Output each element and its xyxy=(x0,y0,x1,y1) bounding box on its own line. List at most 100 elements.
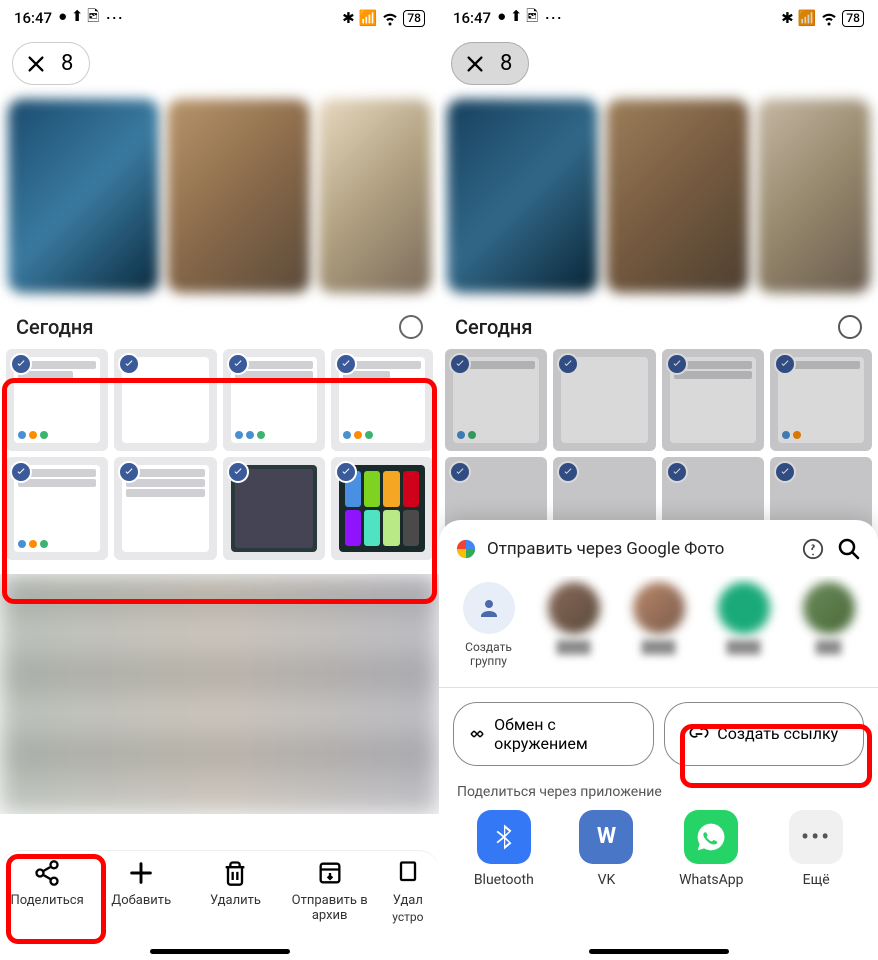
memory-card[interactable] xyxy=(318,99,431,293)
archive-label: Отправить в архив xyxy=(289,893,371,923)
section-title: Сегодня xyxy=(16,315,93,339)
thumbnail xyxy=(662,349,764,451)
battery-icon: 78 xyxy=(403,10,425,27)
thumbnail xyxy=(553,349,655,451)
help-icon[interactable] xyxy=(800,536,826,562)
memory-card xyxy=(447,99,598,293)
check-icon xyxy=(335,461,357,483)
bluetooth-icon: ✱ xyxy=(342,9,355,27)
contact-item[interactable]: ████ xyxy=(625,582,692,669)
contact-item[interactable]: ████ xyxy=(710,582,777,669)
nearby-share-button[interactable]: Обмен с окружением xyxy=(453,702,654,766)
more-photos-blurred[interactable] xyxy=(0,574,439,814)
app-label: WhatsApp xyxy=(679,872,743,888)
more-notif-icon: ⋯ xyxy=(544,8,563,29)
screen-left-selection: 16:47 ● ⬆ 🖻 ⋯ ✱ 📶 78 8 Сегодня xyxy=(0,0,439,960)
memory-card[interactable] xyxy=(167,99,310,293)
apps-row: Bluetooth W VK WhatsApp ••• Ещё xyxy=(451,810,866,888)
close-icon xyxy=(464,53,486,75)
thumbnail[interactable] xyxy=(331,457,433,559)
app-more[interactable]: ••• Ещё xyxy=(789,810,843,888)
selection-count: 8 xyxy=(61,51,73,76)
more-notif-icon: ⋯ xyxy=(105,8,124,29)
share-pills-row: Обмен с окружением Создать ссылку xyxy=(451,702,866,766)
selection-count: 8 xyxy=(500,51,512,76)
share-sheet: Отправить через Google Фото Создать груп… xyxy=(439,520,878,960)
selection-header: 8 xyxy=(0,36,439,91)
delete-button[interactable]: Удалить xyxy=(194,859,276,908)
create-link-label: Создать ссылку xyxy=(717,724,838,743)
close-icon[interactable] xyxy=(25,53,47,75)
divider xyxy=(439,687,878,688)
trash-icon xyxy=(221,859,249,887)
add-person-icon xyxy=(477,596,501,620)
device-icon xyxy=(394,859,422,887)
check-icon xyxy=(227,353,249,375)
thumbnail xyxy=(445,349,547,451)
notif-icons: ● ⬆ 🖻 xyxy=(58,6,99,31)
app-whatsapp[interactable]: WhatsApp xyxy=(679,810,743,888)
section-header-today: Сегодня xyxy=(0,301,439,349)
thumbnail[interactable] xyxy=(114,349,216,451)
share-icon xyxy=(33,859,61,887)
share-button[interactable]: Поделиться xyxy=(6,859,88,908)
vk-app-icon: W xyxy=(597,824,616,849)
status-bar: 16:47 ● ⬆ 🖻 ⋯ ✱ 📶 78 xyxy=(0,0,439,36)
signal-icon: 📶 xyxy=(359,9,378,27)
trash-label-partial: Удал xyxy=(393,893,423,908)
thumbnail[interactable] xyxy=(223,457,325,559)
device-trash-button[interactable]: Удал устро xyxy=(383,859,433,924)
memory-card[interactable] xyxy=(8,99,159,293)
battery-icon: 78 xyxy=(842,10,864,27)
clock: 16:47 xyxy=(14,9,52,27)
thumbnail[interactable] xyxy=(223,349,325,451)
app-label: VK xyxy=(598,872,616,888)
create-group[interactable]: Создать группу xyxy=(455,582,522,669)
search-icon[interactable] xyxy=(836,536,862,562)
selection-pill[interactable]: 8 xyxy=(12,42,90,85)
google-photos-icon xyxy=(455,538,477,560)
thumbnail[interactable] xyxy=(331,349,433,451)
delete-label: Удалить xyxy=(210,893,261,908)
share-label: Поделиться xyxy=(10,893,83,908)
memory-card xyxy=(757,99,870,293)
selection-header: 8 xyxy=(439,36,878,91)
memories-row xyxy=(439,91,878,301)
trash-sublabel-partial: устро xyxy=(392,910,423,924)
create-link-button[interactable]: Создать ссылку xyxy=(664,702,865,766)
check-icon xyxy=(227,461,249,483)
plus-icon xyxy=(127,859,155,887)
add-label: Добавить xyxy=(111,893,171,908)
thumbnail[interactable] xyxy=(114,457,216,559)
nearby-label: Обмен с окружением xyxy=(494,715,638,753)
thumbnail[interactable] xyxy=(6,349,108,451)
home-indicator[interactable] xyxy=(150,949,290,954)
app-vk[interactable]: W VK xyxy=(579,810,633,888)
thumbnail[interactable] xyxy=(6,457,108,559)
app-bluetooth[interactable]: Bluetooth xyxy=(474,810,534,888)
create-group-label: Создать группу xyxy=(455,640,522,669)
add-button[interactable]: Добавить xyxy=(100,859,182,908)
thumbnail-grid xyxy=(0,349,439,560)
more-icon: ••• xyxy=(801,823,831,851)
contact-item[interactable]: ████ xyxy=(540,582,607,669)
home-indicator[interactable] xyxy=(589,949,729,954)
share-sheet-header: Отправить через Google Фото xyxy=(451,536,866,576)
memories-row[interactable] xyxy=(0,91,439,301)
share-sheet-title: Отправить через Google Фото xyxy=(487,539,790,559)
contacts-row[interactable]: Создать группу ████ ████ ████ ███ xyxy=(451,576,866,683)
apps-caption: Поделиться через приложение xyxy=(451,766,866,810)
signal-icon: 📶 xyxy=(798,9,817,27)
thumbnail xyxy=(770,349,872,451)
contact-item[interactable]: ███ xyxy=(795,582,862,669)
selection-pill: 8 xyxy=(451,42,529,85)
section-header-today: Сегодня xyxy=(439,301,878,349)
bottom-bar: Поделиться Добавить Удалить Отправить в … xyxy=(0,850,439,960)
select-all-circle xyxy=(838,315,862,339)
check-icon xyxy=(335,353,357,375)
whatsapp-app-icon xyxy=(695,821,727,853)
archive-icon xyxy=(316,859,344,887)
select-all-circle[interactable] xyxy=(399,315,423,339)
archive-button[interactable]: Отправить в архив xyxy=(289,859,371,923)
wifi-icon xyxy=(381,9,399,27)
